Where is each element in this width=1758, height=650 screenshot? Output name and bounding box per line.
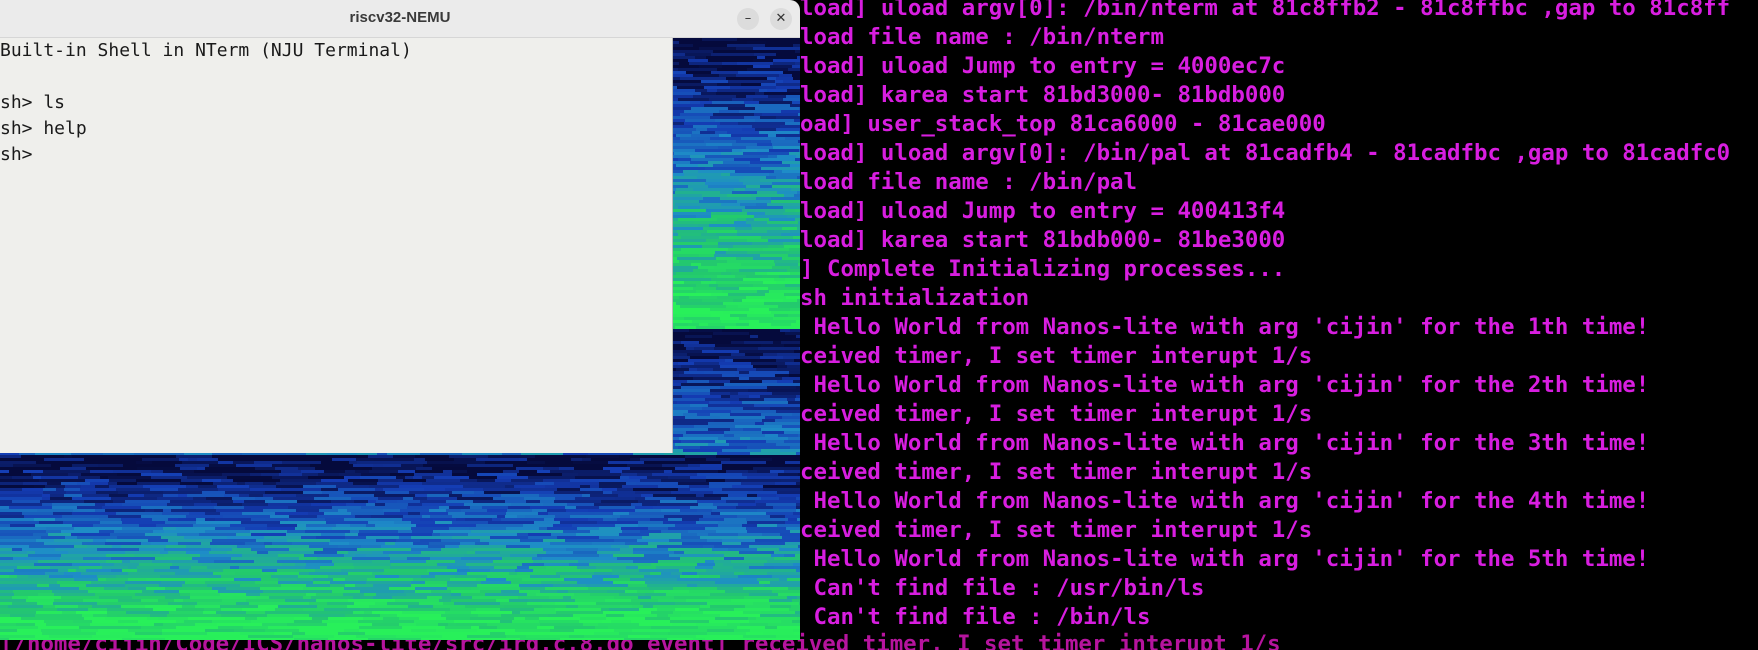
terminal-log-line: load file name : /bin/pal [800, 169, 1138, 195]
terminal-log-line: Hello World from Nanos-lite with arg 'ci… [800, 488, 1650, 514]
terminal-log-line: Hello World from Nanos-lite with arg 'ci… [800, 372, 1650, 398]
terminal-log-line: load file name : /bin/nterm [800, 24, 1164, 50]
window-titlebar[interactable]: riscv32-NEMU – ✕ [0, 0, 800, 38]
terminal-log-line: load] uload Jump to entry = 400413f4 [800, 198, 1286, 224]
nterm-line: sh> ls [0, 92, 66, 113]
terminal-log-line: ceived timer, I set timer interupt 1/s [800, 401, 1313, 427]
minimize-button[interactable]: – [737, 8, 759, 30]
nterm-line: Built-in Shell in NTerm (NJU Terminal) [0, 40, 412, 61]
terminal-log-line: load] uload Jump to entry = 4000ec7c [800, 53, 1286, 79]
nemu-window[interactable]: riscv32-NEMU – ✕ Built-in Shell in NTerm… [0, 0, 800, 640]
minimize-icon: – [744, 11, 752, 26]
terminal-log-line: load] karea start 81bd3000- 81bdb000 [800, 82, 1286, 108]
close-icon: ✕ [775, 11, 787, 26]
terminal-log-line: oad] user_stack_top 81ca6000 - 81cae000 [800, 111, 1326, 137]
nterm-line: sh> [0, 144, 33, 165]
close-button[interactable]: ✕ [770, 8, 792, 30]
nemu-canvas[interactable]: Built-in Shell in NTerm (NJU Terminal) sh… [0, 38, 800, 640]
nterm-line: sh> help [0, 118, 87, 139]
terminal-log-line: Hello World from Nanos-lite with arg 'ci… [800, 430, 1650, 456]
nterm-panel[interactable]: Built-in Shell in NTerm (NJU Terminal) sh… [0, 38, 673, 453]
terminal-log-line: load] uload argv[0]: /bin/nterm at 81c8f… [800, 0, 1731, 21]
terminal-log-line: ceived timer, I set timer interupt 1/s [800, 343, 1313, 369]
terminal-log-line: Hello World from Nanos-lite with arg 'ci… [800, 546, 1650, 572]
terminal-log-line: Can't find file : /usr/bin/ls [800, 575, 1205, 601]
terminal-log-line: ceived timer, I set timer interupt 1/s [800, 517, 1313, 543]
terminal-log-line: Can't find file : /bin/ls [800, 604, 1151, 630]
window-title: riscv32-NEMU [349, 9, 451, 26]
terminal-log-line: load] karea start 81bdb000- 81be3000 [800, 227, 1286, 253]
terminal-log-line: Hello World from Nanos-lite with arg 'ci… [800, 314, 1650, 340]
terminal-log-line: ] Complete Initializing processes... [800, 256, 1286, 282]
terminal-log-line: load] uload argv[0]: /bin/pal at 81cadfb… [800, 140, 1731, 166]
terminal-log-line: ceived timer, I set timer interupt 1/s [800, 459, 1313, 485]
terminal-log-line: sh initialization [800, 285, 1030, 311]
